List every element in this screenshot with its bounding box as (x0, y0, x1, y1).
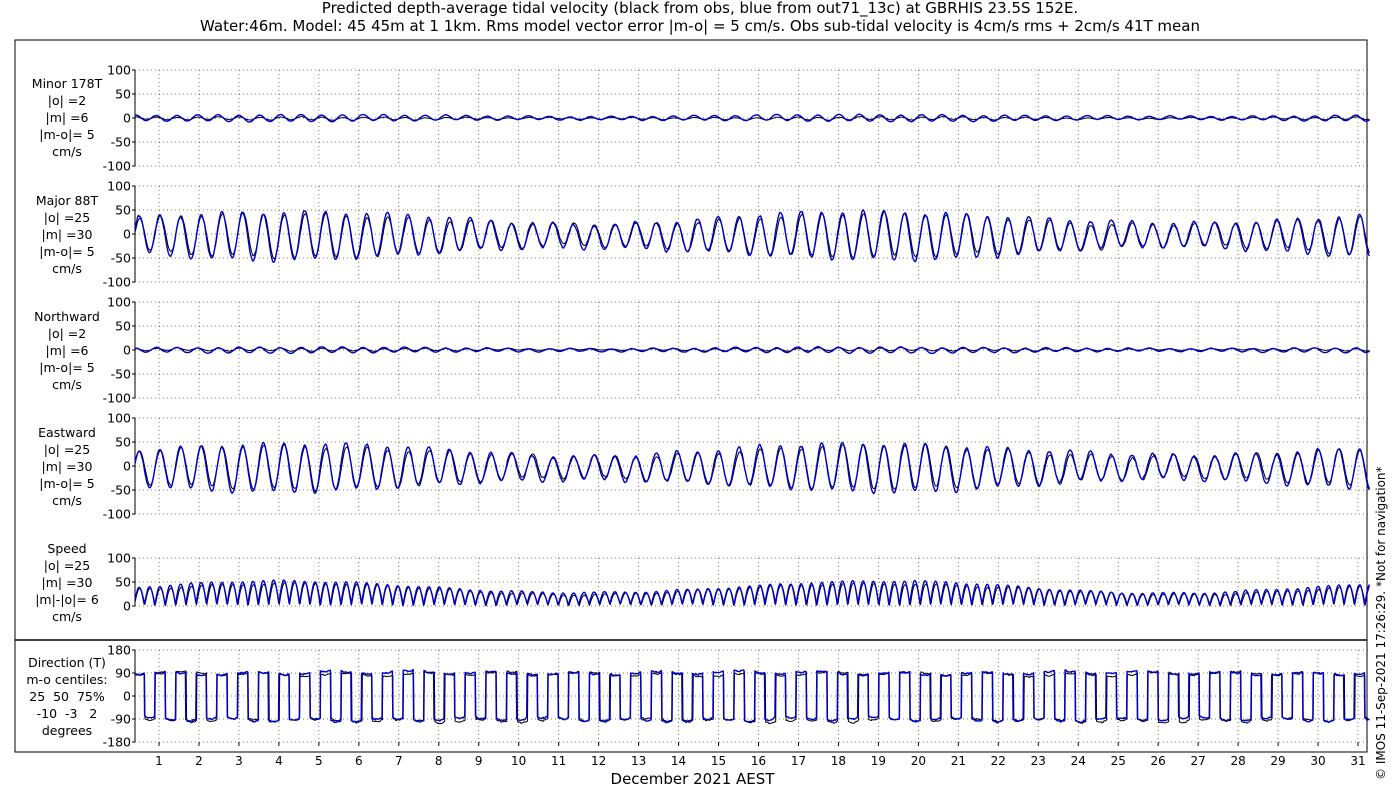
direction-ytick-label: 0 (123, 689, 131, 704)
speed-label-line: |o| =25 (43, 558, 91, 573)
direction-label-line: Direction (T) (28, 655, 106, 670)
direction-label-line: degrees (41, 723, 93, 738)
xtick-label: 11 (551, 754, 566, 768)
minor-label-line: Minor 178T (31, 76, 103, 91)
major-panel-label: Major 88T |o| =25 |m| =30 |m-o|= 5 cm/s (18, 192, 116, 277)
xtick-label: 31 (1350, 754, 1365, 768)
direction-label-line: -10 -3 2 (36, 706, 98, 721)
northward-model-series (134, 346, 1371, 355)
xtick-label: 30 (1310, 754, 1325, 768)
xtick-label: 9 (475, 754, 483, 768)
northward-ytick-label: 0 (123, 343, 131, 358)
major-model-series (134, 209, 1371, 263)
tidal-velocity-figure: -100-50050100-100-50050100-100-50050100-… (14, 39, 1371, 788)
xtick-label: 19 (871, 754, 886, 768)
xtick-label: 20 (911, 754, 926, 768)
xtick-label: 15 (711, 754, 726, 768)
xtick-label: 16 (751, 754, 766, 768)
speed-label-line: cm/s (52, 609, 82, 624)
xtick-label: 18 (831, 754, 846, 768)
direction-ytick-label: 90 (115, 666, 131, 681)
x-axis-label: December 2021 AEST (611, 770, 776, 788)
xtick-label: 17 (791, 754, 806, 768)
xtick-label: 23 (1031, 754, 1046, 768)
xtick-label: 25 (1111, 754, 1126, 768)
eastward-label-line: Eastward (38, 425, 96, 440)
speed-panel-label: Speed |o| =25 |m| =30 |m|-|o|= 6 cm/s (18, 540, 116, 625)
xtick-label: 13 (631, 754, 646, 768)
speed-model-series (134, 579, 1371, 607)
xtick-label: 29 (1270, 754, 1285, 768)
speed-ytick-label: 50 (115, 575, 131, 590)
direction-panel-label: Direction (T) m-o centiles: 25 50 75% -10 -… (18, 654, 116, 739)
speed-label-line: Speed (47, 541, 87, 556)
speed-ytick-label: 0 (123, 599, 131, 614)
northward-label-line: |m-o|= 5 (39, 360, 95, 375)
minor-label-line: |m| =6 (45, 110, 89, 125)
xtick-label: 7 (395, 754, 403, 768)
xtick-label: 26 (1151, 754, 1166, 768)
xtick-label: 8 (435, 754, 443, 768)
minor-ytick-label: 50 (115, 87, 131, 102)
eastward-ytick-label: 50 (115, 435, 131, 450)
xtick-label: 27 (1190, 754, 1205, 768)
northward-label-line: |o| =2 (47, 326, 87, 341)
copyright-notice: © IMOS 11-Sep-2021 17:26:29. *Not for na… (1374, 466, 1388, 780)
eastward-label-line: |m-o|= 5 (39, 476, 95, 491)
eastward-label-line: |o| =25 (43, 442, 91, 457)
northward-label-line: Northward (34, 309, 100, 324)
speed-label-line: |m| =30 (41, 575, 93, 590)
major-ytick-label: 50 (115, 203, 131, 218)
outer-frame (14, 39, 1368, 753)
minor-panel-label: Minor 178T |o| =2 |m| =6 |m-o|= 5 cm/s (18, 75, 116, 160)
major-label-line: |m-o|= 5 (39, 244, 95, 259)
xtick-label: 14 (671, 754, 686, 768)
xtick-label: 2 (195, 754, 203, 768)
major-label-line: cm/s (52, 261, 82, 276)
major-label-line: Major 88T (35, 193, 99, 208)
xtick-label: 21 (951, 754, 966, 768)
minor-label-line: cm/s (52, 144, 82, 159)
speed-label-line: |m|-|o|= 6 (35, 592, 99, 607)
xtick-label: 4 (275, 754, 283, 768)
major-label-line: |o| =25 (43, 210, 91, 225)
minor-label-line: |m-o|= 5 (39, 127, 95, 142)
eastward-panel-label: Eastward |o| =25 |m| =30 |m-o|= 5 cm/s (18, 424, 116, 509)
xtick-label: 3 (235, 754, 243, 768)
northward-panel-label: Northward |o| =2 |m| =6 |m-o|= 5 cm/s (18, 308, 116, 393)
major-ytick-label: 0 (123, 227, 131, 242)
minor-ytick-label: 0 (123, 111, 131, 126)
xtick-label: 10 (511, 754, 526, 768)
major-label-line: |m| =30 (41, 227, 93, 242)
eastward-model-series (134, 441, 1371, 495)
xtick-label: 6 (355, 754, 363, 768)
xtick-label: 12 (591, 754, 606, 768)
xtick-label: 22 (991, 754, 1006, 768)
xtick-label: 24 (1071, 754, 1086, 768)
northward-label-line: cm/s (52, 377, 82, 392)
xtick-label: 28 (1230, 754, 1245, 768)
minor-label-line: |o| =2 (47, 93, 87, 108)
eastward-label-line: cm/s (52, 493, 82, 508)
xtick-label: 1 (155, 754, 163, 768)
northward-label-line: |m| =6 (45, 343, 89, 358)
direction-model-series (134, 668, 1370, 724)
xtick-label: 5 (315, 754, 323, 768)
direction-label-line: 25 50 75% (29, 689, 105, 704)
direction-label-line: m-o centiles: (26, 672, 108, 687)
eastward-label-line: |m| =30 (41, 459, 93, 474)
northward-ytick-label: 50 (115, 319, 131, 334)
minor-ytick-label: -100 (103, 159, 131, 174)
eastward-ytick-label: 0 (123, 459, 131, 474)
